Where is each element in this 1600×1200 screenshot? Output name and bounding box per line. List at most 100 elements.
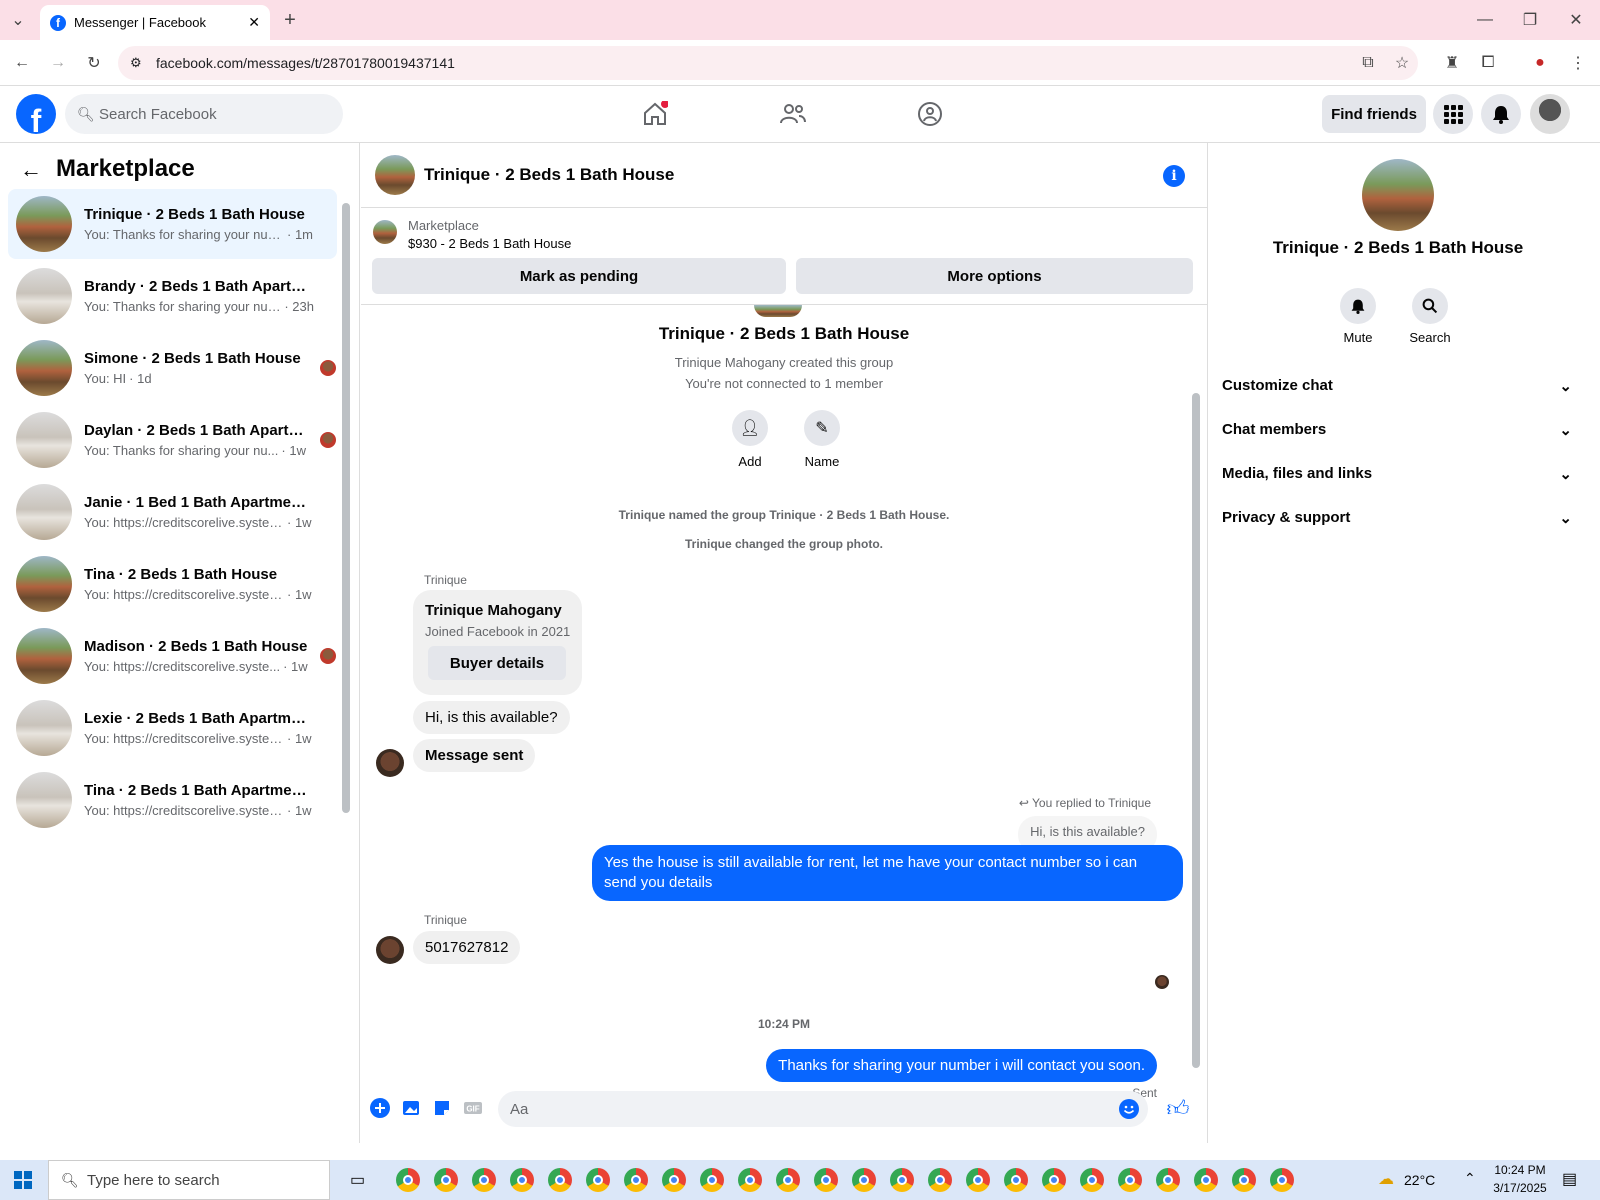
add-member-button[interactable]: 👤︎ Add	[720, 410, 780, 469]
message-bubble-outgoing[interactable]: Yes the house is still available for ren…	[592, 845, 1183, 901]
message-input[interactable]: Aa	[498, 1091, 1148, 1127]
menu-grid-icon[interactable]	[1433, 94, 1473, 134]
close-tab-icon[interactable]: ✕	[248, 14, 260, 31]
profile-icon[interactable]: ●	[1530, 53, 1550, 73]
listing-title[interactable]: $930 - 2 Beds 1 Bath House	[408, 236, 571, 251]
url-field[interactable]: ⚙ facebook.com/messages/t/28701780019437…	[118, 46, 1418, 80]
account-avatar[interactable]	[1530, 94, 1570, 134]
taskbar-app-icon[interactable]	[852, 1168, 876, 1192]
taskbar-app-icon[interactable]	[1118, 1168, 1142, 1192]
conversation-item[interactable]: Simone · 2 Beds 1 Bath House You: HI · 1d	[8, 333, 337, 403]
restore-icon[interactable]: ❐	[1520, 10, 1540, 30]
facebook-logo-icon[interactable]: f	[16, 94, 56, 134]
chat-title[interactable]: Trinique · 2 Beds 1 Bath House	[424, 165, 674, 185]
taskbar-app-icon[interactable]	[1232, 1168, 1256, 1192]
taskbar-app-icon[interactable]	[776, 1168, 800, 1192]
clock-time[interactable]: 10:24 PM	[1490, 1163, 1550, 1177]
name-group-button[interactable]: ✎ Name	[792, 410, 852, 469]
extensions-puzzle-icon[interactable]: ⧠	[1478, 53, 1498, 73]
conversation-item[interactable]: Trinique · 2 Beds 1 Bath House You: Thank…	[8, 189, 337, 259]
info-icon[interactable]: i	[1163, 165, 1185, 187]
chrome-menu-icon[interactable]: ⋮	[1568, 53, 1588, 73]
gif-icon[interactable]: GIF	[462, 1097, 484, 1119]
action-center-icon[interactable]: ▤	[1562, 1169, 1577, 1189]
taskbar-app-icon[interactable]	[586, 1168, 610, 1192]
site-info-icon[interactable]: ⚙	[130, 55, 142, 71]
privacy-support-section[interactable]: Privacy & support ⌄	[1222, 509, 1572, 527]
conversation-item[interactable]: Tina · 2 Beds 1 Bath House You: https://c…	[8, 549, 337, 619]
tray-chevron-icon[interactable]: ⌃	[1464, 1170, 1476, 1187]
mark-as-pending-button[interactable]: Mark as pending	[372, 258, 786, 294]
reload-icon[interactable]: ↻	[84, 53, 104, 73]
photo-icon[interactable]	[400, 1097, 422, 1119]
facebook-search-input[interactable]: 🔍︎ Search Facebook	[65, 94, 343, 134]
taskbar-app-icon[interactable]	[396, 1168, 420, 1192]
extension-robot-icon[interactable]: ♜	[1442, 53, 1462, 73]
taskbar-app-icon[interactable]	[738, 1168, 762, 1192]
taskbar-app-icon[interactable]	[1270, 1168, 1294, 1192]
close-window-icon[interactable]: ✕	[1566, 10, 1586, 30]
taskbar-app-icon[interactable]	[966, 1168, 990, 1192]
mute-button[interactable]: Mute	[1328, 288, 1388, 345]
chat-members-section[interactable]: Chat members ⌄	[1222, 421, 1572, 439]
browser-tab[interactable]: f Messenger | Facebook ✕	[40, 5, 270, 40]
sender-avatar[interactable]	[376, 936, 404, 964]
install-icon[interactable]: ⧉	[1358, 53, 1378, 73]
taskbar-app-icon[interactable]	[472, 1168, 496, 1192]
sender-avatar[interactable]	[376, 749, 404, 777]
customize-chat-section[interactable]: Customize chat ⌄	[1222, 377, 1572, 395]
minimize-icon[interactable]: —	[1475, 10, 1495, 30]
media-files-links-section[interactable]: Media, files and links ⌄	[1222, 465, 1572, 483]
conversation-item[interactable]: Lexie · 2 Beds 1 Bath Apartment/... You: …	[8, 693, 337, 763]
taskbar-app-icon[interactable]	[434, 1168, 458, 1192]
bookmark-star-icon[interactable]: ☆	[1392, 53, 1412, 73]
groups-icon[interactable]	[912, 96, 948, 132]
weather-temp[interactable]: 22°C	[1404, 1172, 1435, 1188]
windows-start-icon[interactable]	[14, 1171, 32, 1189]
taskbar-search-box[interactable]: 🔍︎ Type here to search	[48, 1160, 330, 1200]
sticker-icon[interactable]	[431, 1097, 453, 1119]
listing-thumbnail[interactable]	[373, 220, 397, 244]
taskbar-app-icon[interactable]	[1194, 1168, 1218, 1192]
taskbar-app-icon[interactable]	[662, 1168, 686, 1192]
left-scrollbar[interactable]	[342, 203, 350, 813]
taskbar-app-icon[interactable]	[1042, 1168, 1066, 1192]
taskbar-app-icon[interactable]	[624, 1168, 648, 1192]
taskbar-app-icon[interactable]	[1004, 1168, 1028, 1192]
plus-circle-icon[interactable]	[369, 1097, 391, 1119]
chat-scrollbar[interactable]	[1192, 393, 1200, 1068]
friends-icon[interactable]	[775, 96, 811, 132]
new-tab-icon[interactable]: +	[280, 9, 300, 31]
taskbar-app-icon[interactable]	[510, 1168, 534, 1192]
taskbar-app-icon[interactable]	[548, 1168, 572, 1192]
tab-search-icon[interactable]: ⌄	[8, 10, 28, 30]
taskbar-app-icon[interactable]	[814, 1168, 838, 1192]
search-in-conversation-button[interactable]: Search	[1400, 288, 1460, 345]
conversation-item[interactable]: Tina · 2 Beds 1 Bath Apartment/... You: h…	[8, 765, 337, 835]
message-bubble-incoming[interactable]: Message sent	[413, 739, 536, 772]
conversation-item[interactable]: Madison · 2 Beds 1 Bath House You: https:…	[8, 621, 337, 691]
conversation-photo[interactable]	[1362, 159, 1434, 231]
task-view-icon[interactable]: ▭	[350, 1170, 365, 1190]
find-friends-button[interactable]: Find friends	[1322, 95, 1426, 133]
conversation-item[interactable]: Brandy · 2 Beds 1 Bath Apartme... You: Th…	[8, 261, 337, 331]
message-bubble-outgoing[interactable]: Thanks for sharing your number i will co…	[766, 1049, 1157, 1082]
taskbar-app-icon[interactable]	[928, 1168, 952, 1192]
more-options-button[interactable]: More options	[796, 258, 1193, 294]
back-arrow-icon[interactable]: ←	[20, 157, 42, 183]
conversation-item[interactable]: Janie · 1 Bed 1 Bath Apartment/c... You: …	[8, 477, 337, 547]
message-bubble-incoming[interactable]: Hi, is this available?	[413, 701, 570, 734]
buyer-details-button[interactable]: Buyer details	[428, 646, 566, 680]
conversation-item[interactable]: Daylan · 2 Beds 1 Bath Apartm... You: Tha…	[8, 405, 337, 475]
chat-avatar[interactable]	[375, 155, 415, 195]
taskbar-app-icon[interactable]	[700, 1168, 724, 1192]
home-icon[interactable]	[637, 96, 673, 132]
clock-date[interactable]: 3/17/2025	[1490, 1181, 1550, 1195]
emoji-icon[interactable]	[1118, 1098, 1140, 1120]
back-icon[interactable]: ←	[12, 53, 32, 73]
notifications-bell-icon[interactable]	[1481, 94, 1521, 134]
thumbs-up-icon[interactable]: 👍︎	[1167, 1096, 1190, 1121]
taskbar-app-icon[interactable]	[1156, 1168, 1180, 1192]
message-bubble-incoming[interactable]: 5017627812	[413, 931, 521, 964]
weather-icon[interactable]: ☁	[1378, 1169, 1394, 1189]
